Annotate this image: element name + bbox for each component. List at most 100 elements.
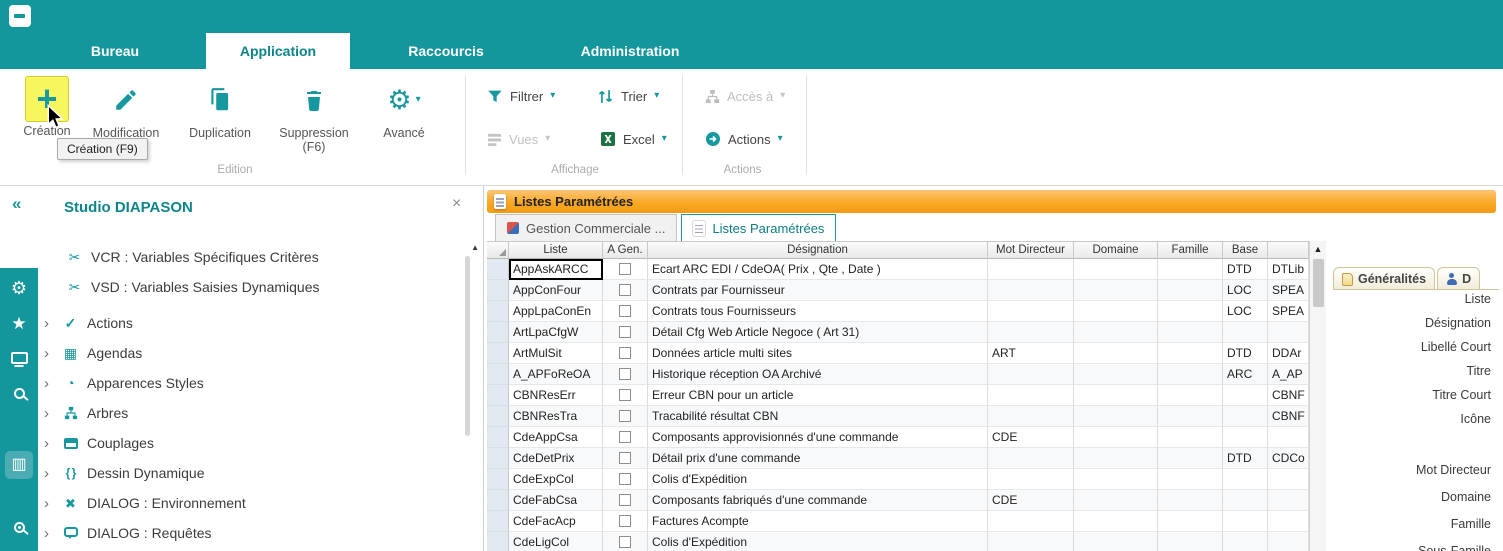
trier-button[interactable]: Trier ▾ <box>597 84 659 108</box>
header-designation[interactable]: Désignation <box>648 241 988 259</box>
suppression-button[interactable]: Suppression(F6) <box>266 76 362 154</box>
cell-mot-directeur[interactable] <box>988 469 1074 490</box>
cell-mot-directeur[interactable] <box>988 406 1074 427</box>
cell-designation[interactable]: Données article multi sites <box>648 343 988 364</box>
sidebar-item-apparences[interactable]: › ◔ Apparences Styles <box>0 368 465 398</box>
modification-button[interactable]: Modification <box>78 76 174 140</box>
caret-down-icon[interactable]: ▾ <box>416 95 421 105</box>
cell-extra[interactable]: CBNF <box>1268 385 1309 406</box>
cell-domaine[interactable] <box>1074 469 1158 490</box>
cell-mot-directeur[interactable] <box>988 532 1074 551</box>
cell-domaine[interactable] <box>1074 511 1158 532</box>
table-row[interactable]: CdeDetPrix Détail prix d'une commande DT… <box>487 448 1309 469</box>
close-sidebar-icon[interactable]: × <box>452 195 461 213</box>
actions-button[interactable]: Actions ▾ <box>705 127 783 151</box>
cell-extra[interactable]: CDCo <box>1268 448 1309 469</box>
row-gutter[interactable] <box>487 259 509 280</box>
ribbon-tab-raccourcis[interactable]: Raccourcis <box>396 33 496 69</box>
cell-designation[interactable]: Contrats par Fournisseur <box>648 280 988 301</box>
cell-domaine[interactable] <box>1074 532 1158 551</box>
gen-checkbox[interactable] <box>619 494 631 506</box>
cell-famille[interactable] <box>1158 406 1223 427</box>
chevron-right-icon[interactable]: › <box>44 466 54 481</box>
sidebar-item-dialog-req[interactable]: › DIALOG : Requêtes <box>0 518 465 548</box>
excel-button[interactable]: Excel ▾ <box>600 127 667 151</box>
gen-checkbox[interactable] <box>619 473 631 485</box>
row-gutter[interactable] <box>487 532 509 551</box>
cell-liste[interactable]: ArtMulSit <box>509 343 603 364</box>
sidebar-item-actions[interactable]: › ✓ Actions <box>0 308 465 338</box>
cell-mot-directeur[interactable]: ART <box>988 343 1074 364</box>
cell-liste[interactable]: AppLpaConEn <box>509 301 603 322</box>
chevron-right-icon[interactable]: › <box>44 376 54 391</box>
cell-extra[interactable] <box>1268 469 1309 490</box>
cell-famille[interactable] <box>1158 448 1223 469</box>
cell-designation[interactable]: Contrats tous Fournisseurs <box>648 301 988 322</box>
gen-checkbox[interactable] <box>619 368 631 380</box>
table-row[interactable]: AppConFour Contrats par Fournisseur LOC … <box>487 280 1309 301</box>
cell-famille[interactable] <box>1158 364 1223 385</box>
cell-mot-directeur[interactable] <box>988 322 1074 343</box>
row-gutter[interactable] <box>487 427 509 448</box>
row-gutter[interactable] <box>487 364 509 385</box>
gen-checkbox[interactable] <box>619 431 631 443</box>
gen-checkbox[interactable] <box>619 452 631 464</box>
cell-liste[interactable]: CBNResTra <box>509 406 603 427</box>
cell-domaine[interactable] <box>1074 427 1158 448</box>
row-gutter[interactable] <box>487 511 509 532</box>
cell-designation[interactable]: Colis d'Expédition <box>648 469 988 490</box>
table-row[interactable]: CdeLigCol Colis d'Expédition <box>487 532 1309 551</box>
ribbon-tab-administration[interactable]: Administration <box>566 33 694 69</box>
cell-designation[interactable]: Détail prix d'une commande <box>648 448 988 469</box>
caret-down-icon[interactable]: ▾ <box>654 91 659 101</box>
cell-designation[interactable]: Erreur CBN pour un article <box>648 385 988 406</box>
cell-base[interactable] <box>1223 385 1268 406</box>
cell-designation[interactable]: Factures Acompte <box>648 511 988 532</box>
table-row[interactable]: AppAskARCC Ecart ARC EDI / CdeOA( Prix ,… <box>487 259 1309 280</box>
tab-listes-parametrees[interactable]: Listes Paramétrées <box>681 214 836 241</box>
cell-base[interactable]: DTD <box>1223 448 1268 469</box>
cell-base[interactable]: LOC <box>1223 301 1268 322</box>
cell-famille[interactable] <box>1158 469 1223 490</box>
cell-base[interactable] <box>1223 469 1268 490</box>
cell-liste[interactable]: CdeFacAcp <box>509 511 603 532</box>
scrollbar-thumb[interactable] <box>1313 259 1324 307</box>
cell-designation[interactable]: Ecart ARC EDI / CdeOA( Prix , Qte , Date… <box>648 259 988 280</box>
duplication-button[interactable]: Duplication <box>174 76 266 140</box>
cell-mot-directeur[interactable] <box>988 448 1074 469</box>
rail-advanced-search-button[interactable] <box>5 513 33 541</box>
row-gutter[interactable] <box>487 406 509 427</box>
gen-checkbox[interactable] <box>619 326 631 338</box>
cell-famille[interactable] <box>1158 511 1223 532</box>
gen-checkbox[interactable] <box>619 347 631 359</box>
table-row[interactable]: A_APFoReOA Historique réception OA Archi… <box>487 364 1309 385</box>
table-row[interactable]: CBNResErr Erreur CBN pour un article CBN… <box>487 385 1309 406</box>
gen-checkbox[interactable] <box>619 515 631 527</box>
cell-liste[interactable]: CdeLigCol <box>509 532 603 551</box>
cell-liste[interactable]: CdeDetPrix <box>509 448 603 469</box>
cell-extra[interactable]: SPEA <box>1268 280 1309 301</box>
cell-extra[interactable] <box>1268 532 1309 551</box>
table-row[interactable]: ArtLpaCfgW Détail Cfg Web Article Negoce… <box>487 322 1309 343</box>
chevron-right-icon[interactable]: › <box>44 406 54 421</box>
chevron-right-icon[interactable]: › <box>44 526 54 541</box>
cell-liste[interactable]: AppAskARCC <box>509 259 603 280</box>
cell-famille[interactable] <box>1158 322 1223 343</box>
row-gutter[interactable] <box>487 280 509 301</box>
row-gutter[interactable] <box>487 469 509 490</box>
cell-mot-directeur[interactable]: CDE <box>988 490 1074 511</box>
header-liste[interactable]: Liste <box>509 241 603 259</box>
cell-domaine[interactable] <box>1074 364 1158 385</box>
cell-domaine[interactable] <box>1074 301 1158 322</box>
acces-a-button[interactable]: Accès à ▾ <box>705 84 785 108</box>
cell-base[interactable] <box>1223 406 1268 427</box>
table-row[interactable]: CdeAppCsa Composants approvisionnés d'un… <box>487 427 1309 448</box>
cell-extra[interactable]: DTLib <box>1268 259 1309 280</box>
cell-liste[interactable]: CBNResErr <box>509 385 603 406</box>
table-row[interactable]: CdeFabCsa Composants fabriqués d'une com… <box>487 490 1309 511</box>
header-base[interactable]: Base <box>1223 241 1268 259</box>
sidebar-item-vcr[interactable]: ✂ VCR : Variables Spécifiques Critères <box>0 242 465 272</box>
cell-base[interactable]: ARC <box>1223 364 1268 385</box>
cell-famille[interactable] <box>1158 343 1223 364</box>
cell-extra[interactable] <box>1268 322 1309 343</box>
